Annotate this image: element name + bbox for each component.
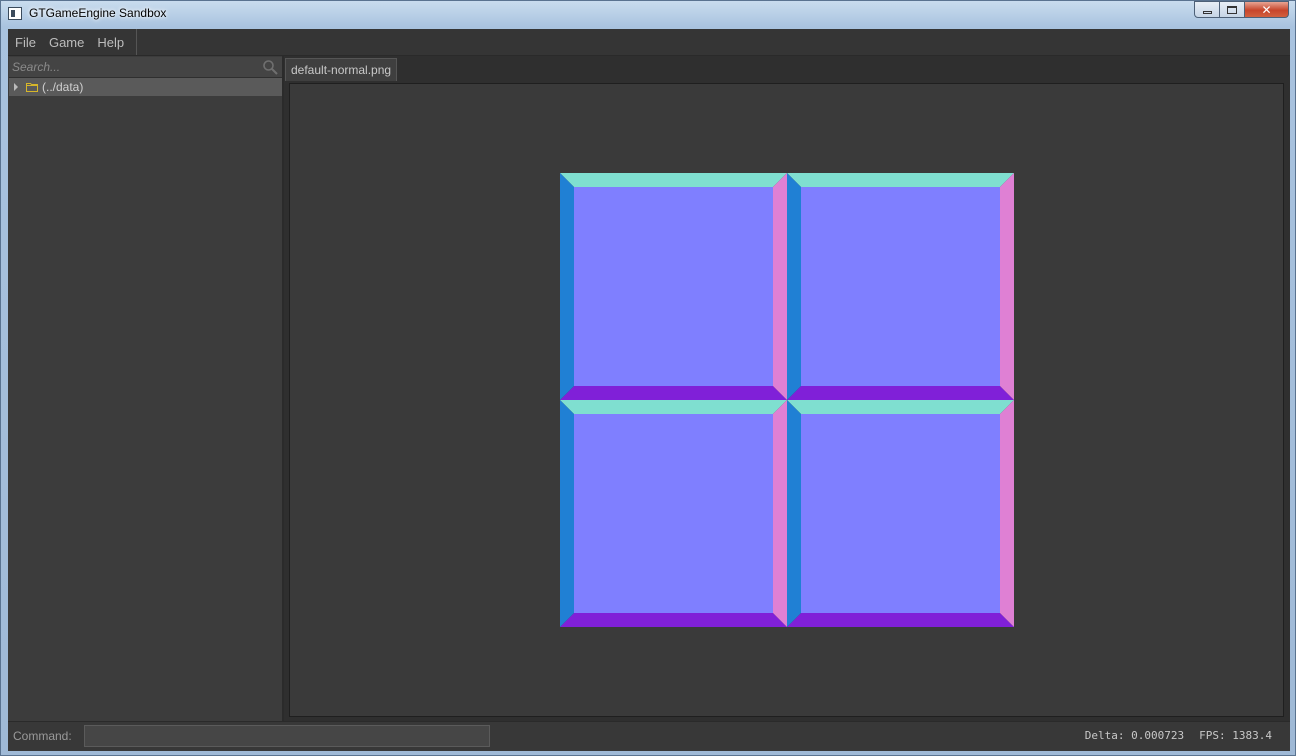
maximize-button[interactable] [1220,1,1245,18]
image-viewport[interactable] [289,83,1284,717]
menu-file[interactable]: File [8,29,42,55]
folder-icon [26,83,38,92]
client-area: File Game Help (../data) [8,29,1290,751]
command-label: Command: [13,729,72,743]
tile-face [801,187,1000,386]
tile-bottom-bevel [787,613,1014,627]
delta-label: Delta: [1084,729,1125,742]
delta-value: 0.000723 [1131,729,1185,742]
expand-arrow-icon[interactable] [14,83,18,91]
stats: Delta: 0.000723 FPS: 1383.4 [1085,729,1272,742]
tile-bottom-bevel [560,613,787,627]
search-bar [9,57,282,78]
search-input[interactable] [12,59,257,75]
tile-right-bevel [1000,173,1014,400]
explorer-panel: (../data) [8,56,284,721]
minimize-icon [1202,10,1212,14]
tile-face [574,187,773,386]
search-icon[interactable] [262,59,278,75]
minimize-button[interactable] [1194,1,1220,18]
tile-top-bevel [787,173,1014,187]
menu-help[interactable]: Help [90,29,130,55]
tile-bottom-bevel [560,386,787,400]
normal-map-image [560,173,1014,627]
tile-bottom-bevel [787,386,1014,400]
menu-bar: File Game Help [8,29,1290,56]
close-button[interactable]: ✕ [1245,1,1289,18]
tile-right-bevel [1000,400,1014,627]
tile-top-bevel [560,173,787,187]
window-title: GTGameEngine Sandbox [29,6,167,20]
tree-item-label: (../data) [42,80,84,94]
maximize-icon [1227,5,1237,14]
tile-right-bevel [773,400,787,627]
command-input[interactable] [84,725,490,747]
tile-right-bevel [773,173,787,400]
tile-left-bevel [787,173,801,400]
delta-readout: Delta: 0.000723 [1085,729,1184,742]
tab-default-normal[interactable]: default-normal.png [285,58,398,81]
tile-top-bevel [560,400,787,414]
status-bar: Command: Delta: 0.000723 FPS: 1383.4 [8,721,1290,751]
tile-left-bevel [787,400,801,627]
editor-area: default-normal.png [284,56,1290,721]
close-icon: ✕ [1261,2,1272,17]
fps-label: FPS: [1199,729,1226,742]
fps-value: 1383.4 [1232,729,1272,742]
title-bar[interactable]: GTGameEngine Sandbox ✕ [1,1,1295,27]
tile-top-bevel [787,400,1014,414]
tile-face [801,414,1000,613]
tile-left-bevel [560,173,574,400]
menu-game[interactable]: Game [42,29,90,55]
tree-item-data-folder[interactable]: (../data) [9,78,282,96]
caption-buttons: ✕ [1194,1,1289,20]
tile-face [574,414,773,613]
tile-left-bevel [560,400,574,627]
app-window: GTGameEngine Sandbox ✕ File Game Help Se… [0,0,1296,756]
fps-readout: FPS: 1383.4 [1199,729,1272,742]
app-icon[interactable] [8,7,22,20]
menu-group: File Game Help [8,29,138,55]
